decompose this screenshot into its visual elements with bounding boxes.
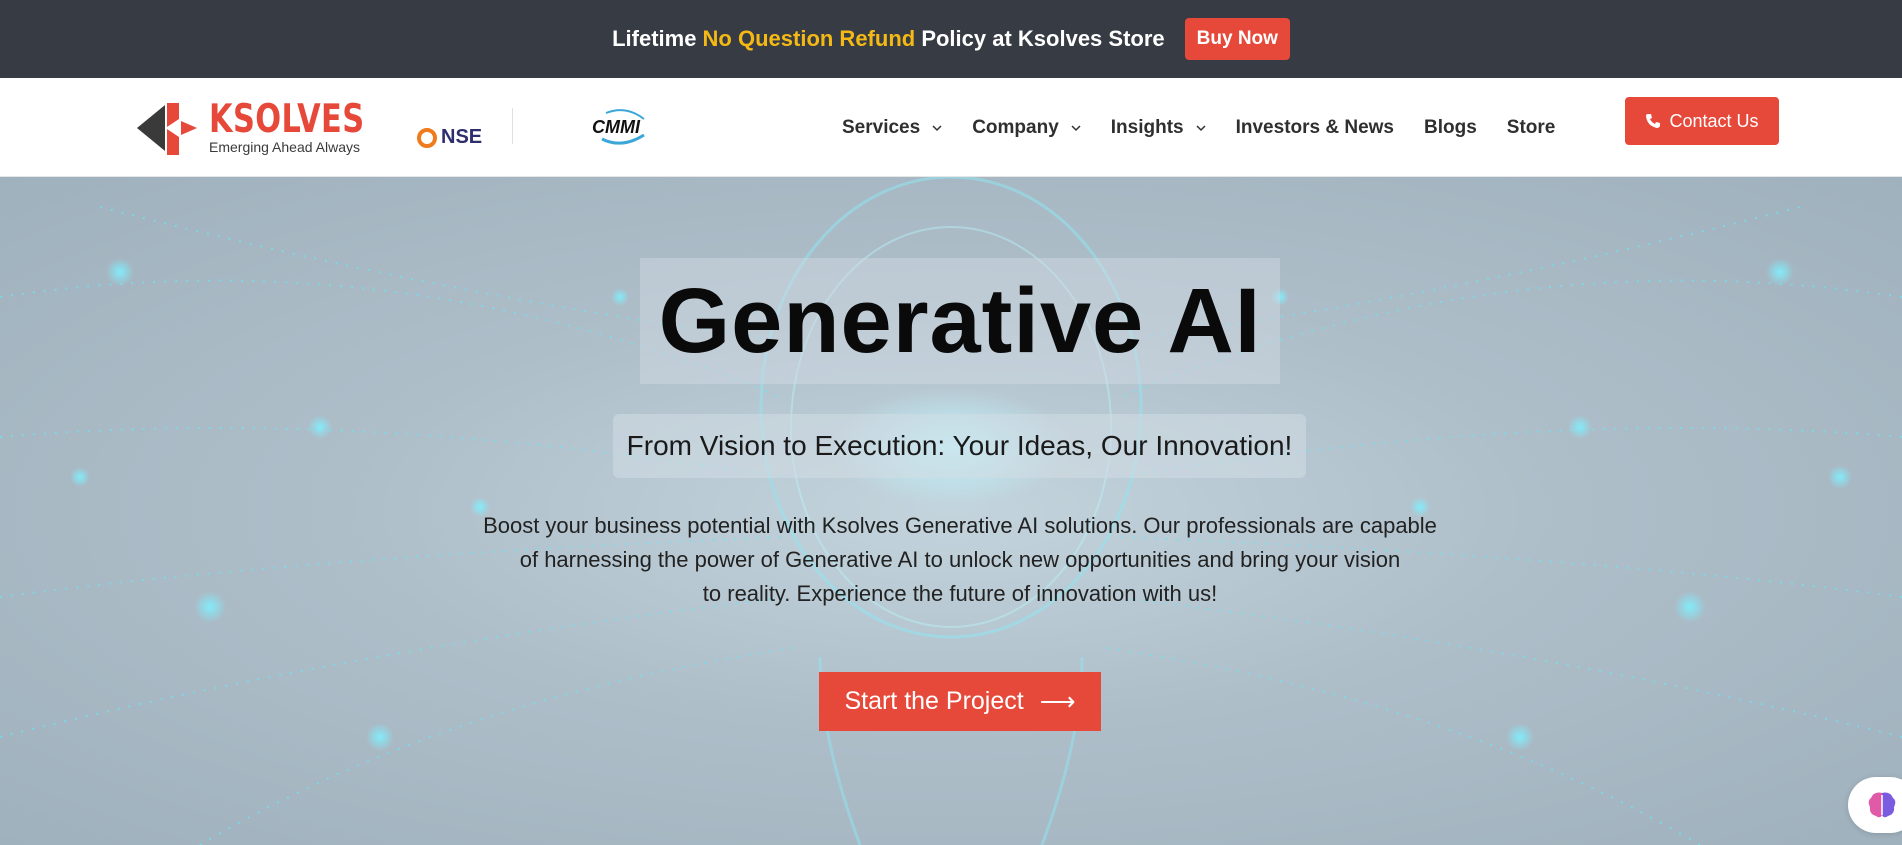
nav-services[interactable]: Services: [842, 117, 942, 139]
cmmi-label: CMMI: [592, 117, 640, 137]
cmmi-badge: CMMI: [592, 105, 652, 149]
ksolves-logo[interactable]: KSOLVES Emerging Ahead Always: [137, 98, 377, 158]
hero-subtitle: From Vision to Execution: Your Ideas, Ou…: [626, 430, 1293, 461]
hero-description-line: of harnessing the power of Generative AI…: [519, 547, 1401, 572]
hero-section: Generative AI From Vision to Execution: …: [0, 177, 1902, 845]
promo-bar: Lifetime No Question Refund Policy at Ks…: [0, 0, 1902, 78]
hero-description-line: Boost your business potential with Ksolv…: [483, 513, 1437, 538]
promo-text-after: Policy at Ksolves Store: [915, 26, 1165, 51]
promo-text: Lifetime No Question Refund Policy at Ks…: [612, 26, 1165, 52]
nav-company[interactable]: Company: [972, 117, 1081, 139]
promo-highlight: No Question Refund: [702, 26, 916, 51]
contact-us-button[interactable]: Contact Us: [1625, 97, 1779, 145]
nav-insights-label: Insights: [1110, 116, 1184, 138]
hero-title-box: Generative AI: [640, 258, 1280, 384]
contact-us-label: Contact Us: [1669, 110, 1759, 131]
nav-investors-news[interactable]: Investors & News: [1236, 117, 1394, 139]
chevron-down-icon: [932, 124, 942, 131]
nse-badge: NSE: [417, 126, 482, 149]
start-project-button[interactable]: Start the Project ⟶: [819, 672, 1101, 731]
nav-insights[interactable]: Insights: [1111, 117, 1206, 139]
hero-title: Generative AI: [658, 269, 1262, 372]
arrow-right-icon: ⟶: [1039, 687, 1076, 716]
start-project-label: Start the Project: [844, 687, 1024, 715]
hero-subtitle-box: From Vision to Execution: Your Ideas, Ou…: [613, 414, 1306, 478]
nav-company-label: Company: [972, 116, 1059, 138]
chat-widget[interactable]: [1848, 777, 1902, 833]
buy-now-button[interactable]: Buy Now: [1184, 18, 1290, 60]
ksolves-logo-icon: [137, 103, 197, 155]
main-nav: Services Company Insights Investors & Ne…: [842, 78, 1585, 177]
nav-blogs[interactable]: Blogs: [1424, 117, 1477, 139]
header-divider: [512, 108, 513, 144]
chevron-down-icon: [1196, 124, 1206, 131]
hero-description: Boost your business potential with Ksolv…: [440, 509, 1480, 611]
nse-label: NSE: [441, 126, 483, 148]
nav-store[interactable]: Store: [1507, 117, 1556, 139]
logo-name: KSOLVES: [209, 97, 365, 142]
brain-chat-icon: [1868, 792, 1896, 818]
hero-description-line: to reality. Experience the future of inn…: [702, 581, 1218, 606]
chevron-down-icon: [1071, 124, 1081, 131]
logo-text: KSOLVES Emerging Ahead Always: [209, 97, 408, 155]
nav-services-label: Services: [842, 116, 921, 138]
nse-logo-icon: [417, 127, 437, 148]
promo-text-before: Lifetime: [612, 26, 703, 51]
nav-blogs-label: Blogs: [1424, 116, 1477, 138]
phone-icon: [1646, 114, 1661, 128]
nav-store-label: Store: [1506, 116, 1556, 138]
nav-investors-news-label: Investors & News: [1235, 116, 1395, 138]
